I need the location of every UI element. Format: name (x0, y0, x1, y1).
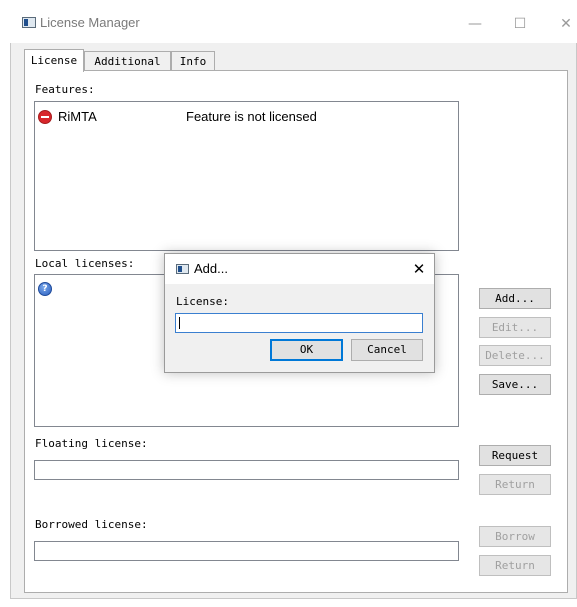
cancel-button[interactable]: Cancel (351, 339, 423, 361)
info-icon: ? (38, 282, 52, 296)
edit-button[interactable]: Edit... (479, 317, 551, 338)
feature-row[interactable]: RiMTA Feature is not licensed (38, 109, 338, 127)
dialog-app-icon (176, 264, 189, 274)
add-button[interactable]: Add... (479, 288, 551, 309)
return-floating-button[interactable]: Return (479, 474, 551, 495)
features-label: Features: (35, 83, 95, 96)
return-borrowed-button[interactable]: Return (479, 555, 551, 576)
decoration (436, 280, 454, 298)
license-field-label: License: (176, 295, 229, 308)
floating-license-field[interactable] (34, 460, 459, 480)
local-licenses-label: Local licenses: (35, 257, 135, 270)
app-icon (22, 17, 36, 28)
minimize-button[interactable]: — (460, 10, 490, 38)
feature-name: RiMTA (58, 109, 97, 124)
borrowed-license-field[interactable] (34, 541, 459, 561)
tab-license[interactable]: License (24, 49, 84, 72)
borrowed-license-label: Borrowed license: (35, 518, 148, 531)
borrow-button[interactable]: Borrow (479, 526, 551, 547)
text-caret (179, 317, 180, 329)
decoration (148, 284, 162, 298)
ok-button[interactable]: OK (270, 339, 343, 361)
feature-status: Feature is not licensed (186, 109, 317, 124)
delete-button[interactable]: Delete... (479, 345, 551, 366)
window-title: License Manager (40, 15, 140, 30)
close-button[interactable]: ✕ (551, 10, 577, 38)
no-entry-icon (38, 110, 52, 124)
license-input[interactable] (175, 313, 423, 333)
tab-info[interactable]: Info (171, 51, 215, 71)
tab-additional[interactable]: Additional (84, 51, 171, 71)
request-button[interactable]: Request (479, 445, 551, 466)
maximize-button[interactable]: ☐ (505, 10, 535, 38)
floating-license-label: Floating license: (35, 437, 148, 450)
add-dialog: Add... ✕ License: OK Cancel (164, 253, 435, 373)
save-button[interactable]: Save... (479, 374, 551, 395)
dialog-title: Add... (194, 261, 228, 276)
dialog-close-icon[interactable]: ✕ (408, 259, 430, 279)
